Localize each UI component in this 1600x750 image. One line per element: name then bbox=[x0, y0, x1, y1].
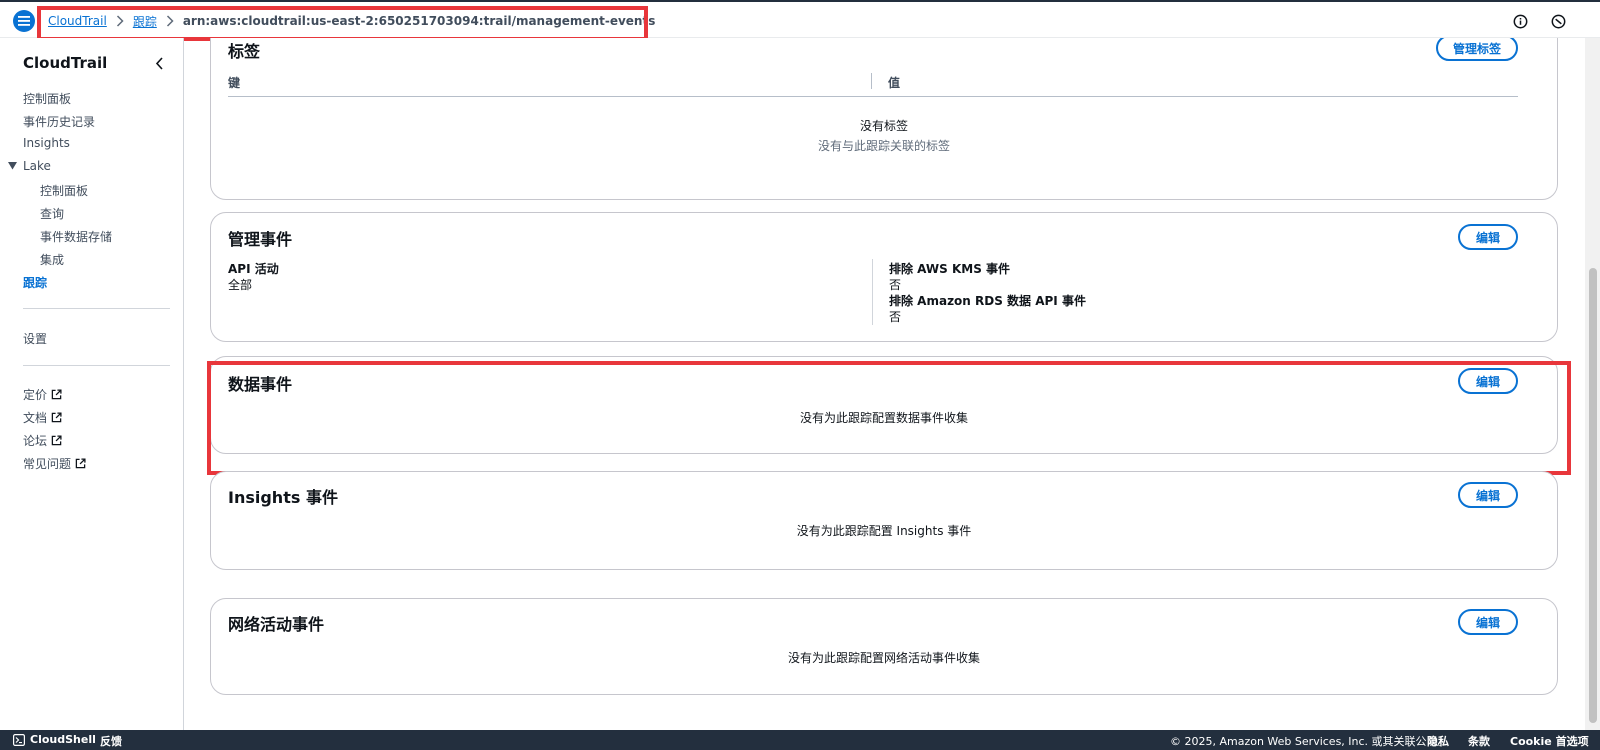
exclude-kms-value: 否 bbox=[889, 278, 902, 292]
network-activity-events-title: 网络活动事件 bbox=[228, 615, 325, 634]
sidebar-item-dashboard[interactable]: 控制面板 bbox=[23, 90, 71, 107]
sidebar-item-lake-dashboard[interactable]: 控制面板 bbox=[40, 182, 88, 199]
sidebar-item-lake-label: Lake bbox=[23, 159, 51, 173]
sidebar-divider bbox=[23, 365, 170, 366]
cookie-preferences-link[interactable]: Cookie 首选项 bbox=[1510, 733, 1589, 749]
column-divider bbox=[872, 259, 873, 325]
chevron-left-icon[interactable] bbox=[152, 56, 166, 70]
network-activity-events-card: 网络活动事件 编辑 没有为此跟踪配置网络活动事件收集 bbox=[210, 598, 1558, 695]
sidebar-item-settings[interactable]: 设置 bbox=[23, 330, 47, 347]
table-header-line bbox=[228, 96, 1518, 97]
tags-col-key: 键 bbox=[228, 76, 241, 90]
network-activity-events-empty: 没有为此跟踪配置网络活动事件收集 bbox=[787, 651, 980, 665]
insights-events-title: Insights 事件 bbox=[228, 488, 338, 507]
breadcrumb: CloudTrail 跟踪 arn:aws:cloudtrail:us-east… bbox=[48, 12, 655, 30]
tags-empty-desc: 没有与此跟踪关联的标签 bbox=[817, 139, 950, 153]
insights-events-empty: 没有为此跟踪配置 Insights 事件 bbox=[796, 524, 972, 538]
exclude-kms-label: 排除 AWS KMS 事件 bbox=[889, 262, 1011, 276]
chevron-right-icon bbox=[166, 15, 174, 27]
sidebar-item-query[interactable]: 查询 bbox=[40, 205, 64, 222]
top-navigation: CloudTrail 跟踪 arn:aws:cloudtrail:us-east… bbox=[0, 0, 1600, 38]
api-activity-value: 全部 bbox=[228, 278, 253, 292]
tags-card-title: 标签 bbox=[228, 42, 261, 61]
cloudshell-icon bbox=[13, 733, 25, 746]
sidebar-divider bbox=[23, 308, 170, 309]
terms-link[interactable]: 条款 bbox=[1468, 733, 1490, 749]
scrollbar-thumb[interactable] bbox=[1589, 268, 1597, 723]
sidebar-item-integrations[interactable]: 集成 bbox=[40, 251, 64, 268]
sidebar-item-faq-label: 常见问题 bbox=[23, 457, 72, 471]
privacy-link[interactable]: 隐私 bbox=[1427, 733, 1449, 749]
column-divider bbox=[871, 73, 872, 89]
sidebar-item-event-data-store[interactable]: 事件数据存储 bbox=[40, 228, 112, 245]
sidebar-item-insights[interactable]: Insights bbox=[23, 136, 70, 150]
tags-empty-title: 没有标签 bbox=[859, 119, 908, 133]
cloudshell-label: CloudShell bbox=[30, 733, 96, 746]
manage-tags-button[interactable]: 管理标签 bbox=[1436, 38, 1518, 61]
feedback-link[interactable]: 反馈 bbox=[100, 733, 122, 749]
hamburger-menu-icon[interactable] bbox=[13, 10, 35, 32]
api-activity-label: API 活动 bbox=[228, 262, 279, 276]
external-link-icon bbox=[75, 458, 86, 469]
breadcrumb-current: arn:aws:cloudtrail:us-east-2:65025170309… bbox=[182, 14, 656, 28]
sidebar-item-pricing[interactable]: 定价 bbox=[23, 386, 62, 403]
breadcrumb-cloudtrail[interactable]: CloudTrail bbox=[48, 14, 107, 28]
data-events-card: 数据事件 编辑 没有为此跟踪配置数据事件收集 bbox=[210, 356, 1558, 454]
exclude-rds-label: 排除 Amazon RDS 数据 API 事件 bbox=[889, 294, 1086, 308]
insights-events-card: Insights 事件 编辑 没有为此跟踪配置 Insights 事件 bbox=[210, 471, 1558, 570]
external-link-icon bbox=[51, 389, 62, 400]
data-events-empty: 没有为此跟踪配置数据事件收集 bbox=[799, 411, 968, 425]
sidebar-item-docs[interactable]: 文档 bbox=[23, 409, 62, 426]
exclude-rds-value: 否 bbox=[889, 310, 902, 324]
sidebar-item-docs-label: 文档 bbox=[23, 411, 48, 425]
tags-card: 标签 管理标签 键 值 没有标签 没有与此跟踪关联的标签 bbox=[210, 38, 1558, 200]
external-link-icon bbox=[51, 435, 62, 446]
edit-management-events-button[interactable]: 编辑 bbox=[1458, 224, 1518, 250]
management-events-card: 管理事件 编辑 API 活动 全部 排除 AWS KMS 事件 否 排除 Ama… bbox=[210, 212, 1558, 342]
chevron-right-icon bbox=[116, 15, 124, 27]
sidebar-item-faq[interactable]: 常见问题 bbox=[23, 455, 86, 472]
sidebar-item-event-history[interactable]: 事件历史记录 bbox=[23, 113, 95, 130]
edit-network-activity-events-button[interactable]: 编辑 bbox=[1458, 609, 1518, 635]
sidebar-item-forum[interactable]: 论坛 bbox=[23, 432, 62, 449]
side-navigation: CloudTrail 控制面板 事件历史记录 Insights Lake 控制面… bbox=[0, 38, 184, 730]
external-link-icon bbox=[51, 412, 62, 423]
sidebar-item-pricing-label: 定价 bbox=[23, 388, 48, 402]
sidebar-item-trails[interactable]: 跟踪 bbox=[23, 274, 47, 291]
sidebar-title[interactable]: CloudTrail bbox=[23, 54, 107, 72]
copyright-text: © 2025, Amazon Web Services, Inc. 或其关联公司… bbox=[1170, 735, 1449, 748]
management-events-title: 管理事件 bbox=[228, 230, 293, 249]
page-scrollbar[interactable] bbox=[1585, 38, 1600, 730]
edit-data-events-button[interactable]: 编辑 bbox=[1458, 368, 1518, 394]
sidebar-item-forum-label: 论坛 bbox=[23, 434, 48, 448]
data-events-title: 数据事件 bbox=[228, 375, 293, 394]
sidebar-item-lake[interactable]: Lake bbox=[8, 159, 51, 173]
console-footer: CloudShell 反馈 © 2025, Amazon Web Service… bbox=[0, 730, 1600, 750]
notifications-icon[interactable] bbox=[1550, 13, 1566, 29]
main-content: 标签 管理标签 键 值 没有标签 没有与此跟踪关联的标签 管理事件 编辑 API… bbox=[185, 38, 1585, 730]
info-icon[interactable] bbox=[1512, 13, 1528, 29]
breadcrumb-trails[interactable]: 跟踪 bbox=[133, 13, 157, 30]
caret-down-icon bbox=[8, 162, 17, 170]
edit-insights-events-button[interactable]: 编辑 bbox=[1458, 482, 1518, 508]
cloudshell-link[interactable]: CloudShell bbox=[13, 733, 96, 746]
tags-col-value: 值 bbox=[888, 76, 901, 90]
